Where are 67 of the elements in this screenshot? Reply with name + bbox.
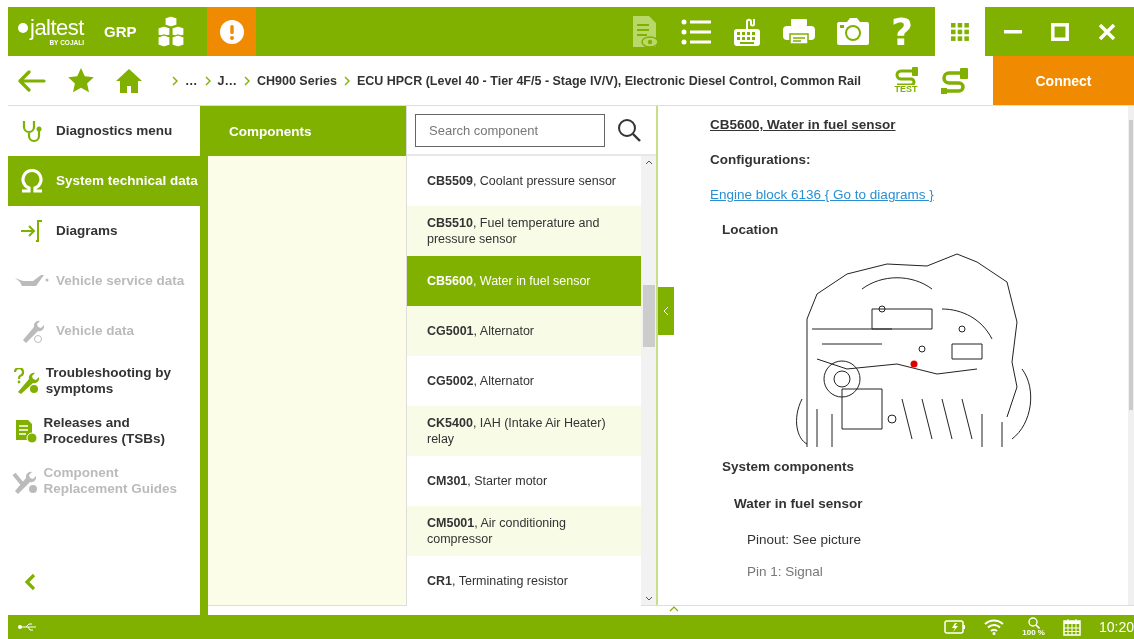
- list-icon: [680, 18, 711, 45]
- breadcrumb-link[interactable]: ECU HPCR (Level 40 - Tier 4F/5 - Stage IV/V), Electronic Diesel Control, Common Rail: [356, 73, 861, 88]
- sidebar-item[interactable]: Releases and Procedures (TSBs): [8, 406, 200, 456]
- pinout-text: Pinout: See picture: [747, 532, 862, 547]
- troubleshooting-icon: [13, 368, 40, 394]
- section-heading: Location: [722, 222, 779, 237]
- oil-can-icon: [15, 273, 49, 289]
- document-view-icon: [630, 14, 659, 49]
- chevron-up-icon[interactable]: [644, 160, 653, 165]
- scrollbar-thumb[interactable]: [1129, 120, 1133, 410]
- alert-button[interactable]: [207, 7, 256, 56]
- apps-grid-icon[interactable]: [951, 22, 969, 41]
- diagram-link[interactable]: Engine block 6136 { Go to diagrams }: [710, 187, 934, 202]
- component-title: CB5600, Water in fuel sensor: [710, 117, 896, 132]
- diagram-icon: [20, 219, 44, 243]
- search-icon[interactable]: [617, 118, 641, 142]
- pin-text: Pin 1: Signal: [747, 564, 823, 579]
- component-name: Water in fuel sensor: [734, 496, 863, 511]
- usb-icon: [18, 623, 38, 631]
- sidebar-item[interactable]: Diagrams: [8, 206, 200, 256]
- keyboard-icon: [732, 16, 761, 47]
- document-icon: [13, 418, 38, 444]
- breadcrumb-link[interactable]: CH900 Series: [256, 73, 337, 88]
- chevron-right-icon: [204, 75, 211, 86]
- printer-icon: [782, 18, 815, 45]
- breadcrumb-link[interactable]: …: [185, 73, 198, 88]
- back-arrow-icon[interactable]: [18, 69, 46, 92]
- calendar-icon[interactable]: [1062, 618, 1081, 636]
- logo-wordmark: jaltest: [30, 16, 84, 39]
- profile-label: GRP: [104, 23, 137, 40]
- close-icon[interactable]: [1097, 22, 1116, 41]
- wifi-icon: [984, 619, 1005, 635]
- chevron-right-icon: [243, 75, 250, 86]
- omega-icon: [19, 169, 45, 193]
- sidebar-item[interactable]: Troubleshooting by symptoms: [8, 356, 200, 406]
- minimize-icon[interactable]: [1003, 29, 1022, 34]
- dot-icon: [18, 22, 28, 33]
- clock-time: 10:20: [1098, 619, 1134, 635]
- home-icon[interactable]: [116, 68, 142, 93]
- component-item[interactable]: CB5510, Fuel temperature and pressure sensor: [407, 206, 641, 256]
- section-heading: Configurations:: [710, 152, 811, 167]
- scrollbar-thumb[interactable]: [642, 285, 655, 347]
- zoom-icon[interactable]: [1027, 617, 1040, 629]
- battery-charging-icon: [944, 620, 967, 634]
- component-item[interactable]: CK5400, IAH (Intake Air Heater) relay: [407, 406, 641, 456]
- component-item[interactable]: CM5001, Air conditioning compressor: [407, 506, 641, 556]
- search-field[interactable]: Search component: [415, 113, 605, 147]
- stethoscope-icon: [21, 119, 43, 143]
- chevron-down-icon[interactable]: [644, 596, 653, 601]
- collapse-left-icon[interactable]: [24, 573, 36, 591]
- zoom-level: 100 %: [1022, 629, 1045, 637]
- camera-icon: [836, 18, 869, 45]
- sidebar-item[interactable]: Diagnostics menu: [8, 106, 200, 156]
- chevron-right-icon: [172, 75, 178, 86]
- component-item[interactable]: CG5001, Alternator: [407, 306, 641, 356]
- cable-icon: [893, 67, 919, 85]
- chevron-right-icon: [343, 75, 350, 86]
- scrollbar[interactable]: [1128, 106, 1134, 605]
- star-icon[interactable]: [68, 68, 94, 93]
- cable-icon[interactable]: [939, 66, 969, 95]
- wrench-icon: [20, 319, 44, 343]
- maximize-icon[interactable]: [1050, 22, 1069, 41]
- breadcrumb-link[interactable]: J…: [217, 73, 237, 88]
- section-heading: System components: [722, 459, 855, 474]
- chevron-left-icon: [663, 306, 669, 316]
- alert-icon: [219, 19, 244, 44]
- scrollbar[interactable]: [641, 156, 656, 605]
